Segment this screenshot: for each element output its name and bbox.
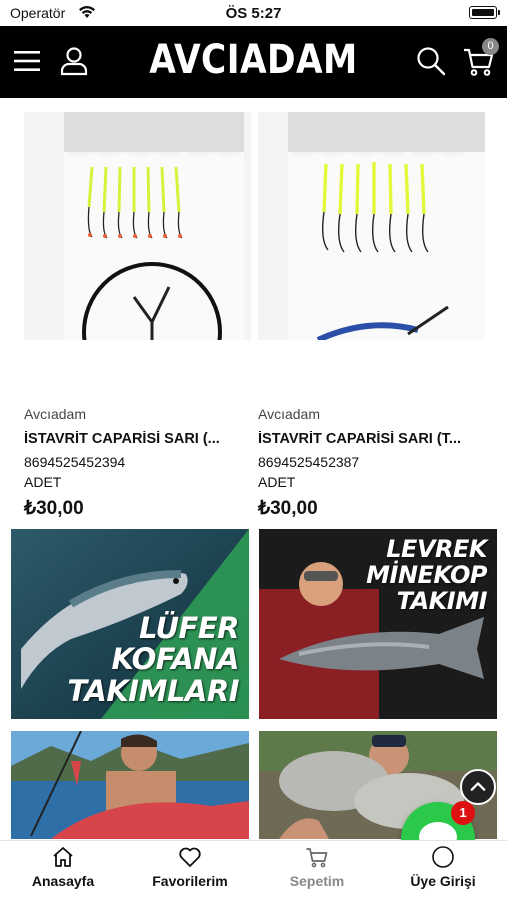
- tab-favorites[interactable]: Favorilerim: [127, 845, 253, 895]
- product-unit: ADET: [258, 474, 296, 490]
- category-banner-lufer[interactable]: LÜFER KOFANA TAKIMLARI: [11, 529, 249, 719]
- search-icon[interactable]: [414, 44, 448, 78]
- tab-cart[interactable]: Sepetim: [254, 845, 380, 895]
- product-grid: Avcıadam İSTAVRİT CAPARİSİ SARI (... 869…: [24, 112, 485, 522]
- product-brand: Avcıadam: [258, 406, 320, 422]
- tab-login[interactable]: Üye Girişi: [380, 845, 506, 895]
- status-bar: Operatör ÖS 5:27: [0, 0, 507, 26]
- app-header: AVCIADAM 0: [0, 26, 507, 98]
- product-image[interactable]: [258, 112, 485, 340]
- product-name[interactable]: İSTAVRİT CAPARİSİ SARI (T...: [258, 431, 485, 447]
- cart-count-badge: 0: [482, 38, 499, 55]
- user-circle-icon: [432, 846, 454, 868]
- bottom-tab-bar: Anasayfa Favorilerim Sepetim Üye Girişi: [0, 840, 507, 900]
- tab-cart-label: Sepetim: [289, 873, 345, 889]
- product-card[interactable]: Avcıadam İSTAVRİT CAPARİSİ SARI (... 869…: [24, 112, 251, 522]
- product-unit: ADET: [24, 474, 62, 490]
- heart-icon: [179, 847, 201, 867]
- product-barcode: 8694525452394: [24, 454, 126, 470]
- product-price: ₺30,00: [258, 498, 318, 519]
- product-barcode: 8694525452387: [258, 454, 360, 470]
- basket-icon: [306, 848, 328, 868]
- scroll-top-button[interactable]: [460, 769, 496, 805]
- brand-logo[interactable]: AVCIADAM: [35, 37, 471, 83]
- banner-title: LEVREK MİNEKOP TAKIMI: [366, 535, 487, 615]
- category-banner-levrek[interactable]: LEVREK MİNEKOP TAKIMI: [259, 529, 497, 719]
- tab-home[interactable]: Anasayfa: [0, 845, 126, 895]
- product-card[interactable]: Avcıadam İSTAVRİT CAPARİSİ SARI (T... 86…: [258, 112, 485, 522]
- product-price: ₺30,00: [24, 498, 84, 519]
- tab-home-label: Anasayfa: [31, 873, 95, 889]
- chat-unread-badge: 1: [451, 801, 475, 825]
- clock: ÖS 5:27: [225, 5, 282, 22]
- tab-login-label: Üye Girişi: [410, 873, 476, 889]
- home-icon: [53, 847, 73, 867]
- banner-title: LÜFER KOFANA TAKIMLARI: [67, 611, 239, 708]
- product-image[interactable]: [24, 112, 251, 340]
- category-banner-mercan[interactable]: [11, 731, 249, 839]
- tab-favorites-label: Favorilerim: [152, 873, 228, 889]
- product-brand: Avcıadam: [24, 406, 86, 422]
- battery-icon: [469, 6, 500, 19]
- product-name[interactable]: İSTAVRİT CAPARİSİ SARI (...: [24, 431, 251, 447]
